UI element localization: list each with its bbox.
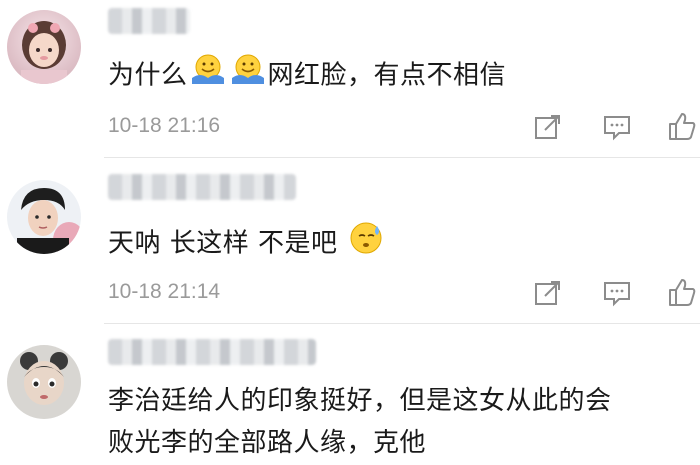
like-icon[interactable]	[667, 110, 697, 140]
username-blurred[interactable]	[108, 8, 190, 34]
like-icon[interactable]	[667, 276, 697, 306]
repost-icon[interactable]	[533, 112, 563, 142]
comment-text-part: 网红脸，有点不相信	[267, 60, 507, 91]
avatar[interactable]	[7, 180, 81, 254]
avatar[interactable]	[7, 10, 81, 84]
divider	[104, 157, 700, 158]
username-blurred[interactable]	[108, 339, 316, 365]
comment-item: 天呐 长这样 不是吧 10-18 21:14	[0, 160, 700, 325]
smiling-face-shrug-emoji	[230, 52, 266, 100]
smiling-face-shrug-emoji	[190, 52, 226, 100]
comment-item: 为什么 网红脸，有点不相信 10-18 21:16	[0, 0, 700, 160]
avatar[interactable]	[7, 345, 81, 419]
divider	[104, 323, 700, 324]
comment-time: 10-18 21:14	[108, 280, 221, 303]
comment-item: 李治廷给人的印象挺好，但是这女从此的会 败光李的全部路人缘，克他	[0, 325, 700, 465]
comment-text-part: 为什么	[108, 60, 188, 91]
username-blurred[interactable]	[108, 174, 296, 200]
repost-icon[interactable]	[533, 278, 563, 308]
comment-text: 天呐 长这样 不是吧	[108, 220, 386, 268]
comment-icon[interactable]	[602, 278, 632, 308]
comment-text-part: 天呐 长这样 不是吧	[108, 228, 338, 259]
comment-text: 为什么 网红脸，有点不相信	[108, 52, 506, 100]
comment-time: 10-18 21:16	[108, 114, 221, 137]
sweat-face-emoji	[348, 220, 384, 268]
comment-text-line: 李治廷给人的印象挺好，但是这女从此的会	[108, 386, 612, 416]
comment-text-line: 败光李的全部路人缘，克他	[108, 428, 427, 458]
comment-icon[interactable]	[602, 112, 632, 142]
